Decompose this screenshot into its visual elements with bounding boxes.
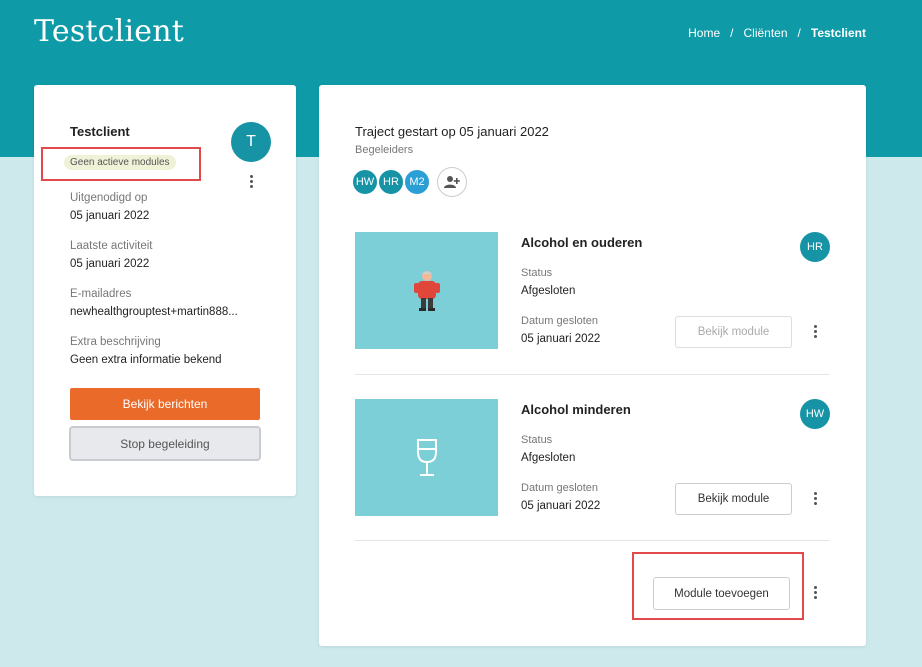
stop-guidance-button[interactable]: Stop begeleiding <box>69 426 261 461</box>
module-options-kebab-icon[interactable] <box>807 488 823 508</box>
client-card: Testclient T Geen actieve modules Uitgen… <box>34 85 296 496</box>
field-value-description: Geen extra informatie bekend <box>70 354 222 366</box>
add-coach-button[interactable] <box>437 167 467 197</box>
page-title: Testclient <box>34 14 185 49</box>
breadcrumb-separator: / <box>797 26 801 40</box>
module-date-label: Datum gesloten <box>521 482 599 494</box>
module-status-label: Status <box>521 267 553 279</box>
module-title: Alcohol minderen <box>521 402 631 417</box>
trajectory-card: Traject gestart op 05 januari 2022 Begel… <box>319 85 866 646</box>
module-coach-avatar: HW <box>800 399 830 429</box>
view-module-button[interactable]: Bekijk module <box>675 483 792 515</box>
breadcrumb-home[interactable]: Home <box>688 26 720 40</box>
status-badge: Geen actieve modules <box>64 155 176 170</box>
module-date-label: Datum gesloten <box>521 315 599 327</box>
divider <box>355 374 830 375</box>
client-name: Testclient <box>70 124 130 139</box>
module-status-label: Status <box>521 434 553 446</box>
field-label-email: E-mailadres <box>70 288 132 300</box>
coaches-label: Begeleiders <box>355 144 414 156</box>
view-messages-button[interactable]: Bekijk berichten <box>70 388 260 420</box>
client-avatar: T <box>231 122 271 162</box>
breadcrumb: Home / Cliënten / Testclient <box>688 26 866 40</box>
breadcrumb-separator: / <box>730 26 734 40</box>
client-options-kebab-icon[interactable] <box>243 171 259 191</box>
field-value-last-activity: 05 januari 2022 <box>70 258 150 270</box>
field-label-invited: Uitgenodigd op <box>70 192 148 204</box>
elderly-person-illustration <box>413 270 440 311</box>
module-image <box>355 232 498 349</box>
view-module-button[interactable]: Bekijk module <box>675 316 792 348</box>
module-image <box>355 399 498 516</box>
coach-avatar: HW <box>351 168 379 196</box>
coach-avatar: M2 <box>403 168 431 196</box>
module-options-kebab-icon[interactable] <box>807 321 823 341</box>
module-status: Afgesloten <box>521 285 576 297</box>
trajectory-options-kebab-icon[interactable] <box>807 582 823 602</box>
breadcrumb-clients[interactable]: Cliënten <box>744 26 788 40</box>
module-coach-avatar: HR <box>800 232 830 262</box>
field-label-description: Extra beschrijving <box>70 336 161 348</box>
module-date: 05 januari 2022 <box>521 500 601 512</box>
field-label-last-activity: Laatste activiteit <box>70 240 153 252</box>
module-title: Alcohol en ouderen <box>521 235 643 250</box>
wine-glass-icon <box>416 438 437 476</box>
coach-avatar: HR <box>377 168 405 196</box>
trajectory-title: Traject gestart op 05 januari 2022 <box>355 124 549 139</box>
field-value-invited: 05 januari 2022 <box>70 210 150 222</box>
add-module-button[interactable]: Module toevoegen <box>653 577 790 610</box>
add-person-icon <box>444 176 460 188</box>
field-value-email: newhealthgrouptest+martin888... <box>70 306 238 318</box>
module-status: Afgesloten <box>521 452 576 464</box>
module-date: 05 januari 2022 <box>521 333 601 345</box>
breadcrumb-current: Testclient <box>810 26 866 40</box>
divider <box>355 540 830 541</box>
